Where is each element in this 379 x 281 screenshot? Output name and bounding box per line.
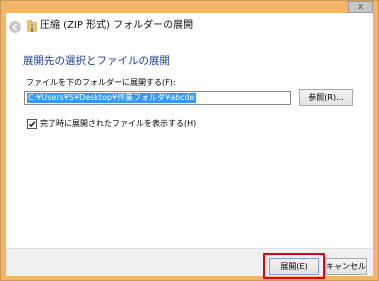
dialog-title: 圧縮 (ZIP 形式) フォルダーの展開 [40,20,194,31]
page-heading: 展開先の選択とファイルの展開 [23,55,170,67]
cancel-button[interactable]: キャンセル [325,258,367,275]
title-bar: x [1,1,378,13]
show-files-label: 完了時に展開されたファイルを表示する(H) [40,119,197,128]
close-button[interactable]: x [348,1,373,13]
dialog-header: 圧縮 (ZIP 形式) フォルダーの展開 [6,13,373,43]
extract-button[interactable]: 展開(E) [269,258,319,275]
checkmark-icon [29,121,36,127]
destination-path-value: C:¥Users¥S¥Desktop¥作業フォルダ¥abcde [27,93,196,103]
back-arrow-icon [12,23,17,31]
zip-folder-icon [27,20,37,32]
destination-path-input[interactable]: C:¥Users¥S¥Desktop¥作業フォルダ¥abcde [24,91,291,105]
show-files-checkbox[interactable] [27,119,37,129]
dialog-client-area: 圧縮 (ZIP 形式) フォルダーの展開 展開先の選択とファイルの展開 ファイル… [6,13,373,279]
dialog-window: x 圧縮 (ZIP 形式) フォルダーの展開 展開先の選択とファイルの展開 ファ… [0,0,379,281]
browse-button[interactable]: 参照(R)... [299,89,353,106]
destination-label: ファイルを下のフォルダーに展開する(F): [26,78,176,87]
back-button[interactable] [9,21,21,33]
dialog-footer: 展開(E) キャンセル [6,248,373,279]
